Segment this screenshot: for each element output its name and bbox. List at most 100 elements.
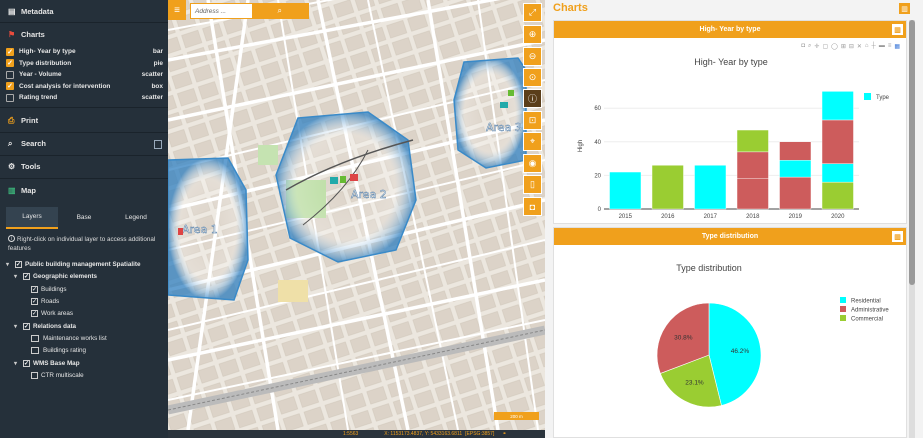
screenshot-button[interactable]: ◘ — [523, 197, 542, 216]
building-marker[interactable] — [340, 176, 346, 183]
bar-segment[interactable] — [736, 151, 769, 179]
tree-checkbox[interactable]: ✓ — [31, 285, 38, 293]
pie-slice-label: 46.2% — [731, 348, 750, 355]
tools-section[interactable]: ⚙ Tools — [0, 156, 168, 179]
bar-segment[interactable] — [821, 91, 854, 121]
tab-legend[interactable]: Legend — [110, 207, 162, 229]
chart-list-item[interactable]: Rating trend scatter — [0, 92, 168, 104]
chart-checkbox[interactable] — [6, 93, 14, 102]
caret-icon: ▾ — [14, 274, 18, 281]
calculator-icon[interactable] — [154, 139, 162, 149]
bar-segment[interactable] — [779, 141, 812, 161]
tree-checkbox[interactable]: ✓ — [31, 298, 38, 306]
chart-item-type: bar — [152, 48, 163, 56]
bar-segment[interactable] — [609, 171, 642, 210]
chart-list-item[interactable]: ✓ Type distribution pie — [0, 58, 168, 70]
tab-base[interactable]: Base — [58, 207, 110, 229]
bar-segment[interactable] — [821, 119, 854, 164]
tree-relations[interactable]: ▾ ✓ Relations data — [0, 320, 168, 332]
chart-checkbox[interactable]: ✓ — [6, 82, 14, 91]
tree-checkbox[interactable]: ✓ — [23, 359, 30, 367]
tree-checkbox[interactable]: ✓ — [23, 273, 30, 281]
building-marker[interactable] — [330, 177, 338, 184]
building-marker[interactable] — [178, 228, 183, 235]
hint-text: Right-click on individual layer to acces… — [8, 235, 156, 252]
charts-section[interactable]: ⚑ Charts — [0, 23, 168, 46]
tab-layers[interactable]: Layers — [6, 206, 58, 229]
zoom-out-button[interactable]: ⊖ — [523, 47, 542, 66]
tree-checkbox[interactable]: ✓ — [23, 322, 30, 330]
print-section[interactable]: ⎙ Print — [0, 110, 168, 133]
tree-roads[interactable]: ✓ Roads — [0, 295, 168, 307]
bar-segment[interactable] — [821, 163, 854, 183]
search-section[interactable]: ⌕ Search — [0, 133, 168, 156]
charts-scrollbar[interactable] — [909, 20, 915, 438]
tree-checkbox[interactable]: ✓ — [15, 261, 22, 269]
building-marker[interactable] — [508, 90, 514, 96]
bar-segment[interactable] — [736, 178, 769, 210]
bar-segment[interactable] — [779, 176, 812, 210]
tree-checkbox[interactable] — [31, 371, 38, 379]
tree-maintenance[interactable]: Maintenance works list — [0, 332, 168, 344]
map-section[interactable]: ▥ Map — [0, 179, 168, 202]
area-2[interactable] — [275, 111, 417, 263]
measure-button[interactable]: ▯ — [523, 175, 542, 194]
bar-chart-title: High- Year by type — [694, 57, 768, 67]
chart-checkbox[interactable] — [6, 70, 14, 79]
bar-segment[interactable] — [736, 129, 769, 153]
legend-label: Commercial — [851, 317, 883, 323]
chart-item-label: Type distribution — [19, 59, 72, 67]
chart-checkbox[interactable]: ✓ — [6, 47, 14, 56]
search-icon[interactable]: ⌕ — [251, 4, 308, 18]
tree-buildings[interactable]: ✓ Buildings — [0, 283, 168, 295]
bar-segment[interactable] — [694, 165, 727, 210]
layers-icon: ◉ — [528, 158, 537, 168]
layer-tool-button[interactable]: ◉ — [523, 154, 542, 173]
bar-segment[interactable] — [651, 165, 684, 210]
map-canvas[interactable]: Area 1 Area 2 Area 3 — [168, 0, 545, 430]
locate-button[interactable]: ⌖ — [523, 132, 542, 151]
chart-list-item[interactable]: Year - Volume scatter — [0, 69, 168, 81]
layer-hint: i Right-click on individual layer to acce… — [8, 234, 163, 253]
scrollbar-thumb[interactable] — [909, 20, 915, 285]
bookmark-button[interactable]: ⊡ — [523, 111, 542, 130]
tree-ctr[interactable]: CTR multiscale — [0, 369, 168, 381]
metadata-section[interactable]: ▤ Metadata — [0, 0, 168, 23]
bar-chart-header-title: High- Year by type — [699, 26, 761, 33]
building-marker[interactable] — [500, 102, 508, 108]
building-marker[interactable] — [350, 174, 358, 181]
tree-work-areas[interactable]: ✓ Work areas — [0, 308, 168, 320]
identify-button[interactable]: ⓘ — [523, 89, 542, 108]
address-search[interactable]: Address ... ⌕ — [190, 3, 309, 19]
tree-wms[interactable]: ▾ ✓ WMS Base Map — [0, 357, 168, 369]
fullscreen-button[interactable]: ⤢ — [523, 3, 542, 22]
tree-geo[interactable]: ▾ ✓ Geographic elements — [0, 271, 168, 283]
document-icon: ▤ — [8, 6, 16, 16]
book-icon[interactable]: ▥ — [891, 230, 904, 243]
zoom-in-button[interactable]: ⊕ — [523, 25, 542, 44]
chart-checkbox[interactable]: ✓ — [6, 59, 14, 68]
tree-checkbox[interactable]: ✓ — [31, 310, 38, 318]
area-3[interactable] — [453, 57, 527, 169]
tree-root[interactable]: ▾ ✓ Public building management Spatialit… — [0, 259, 168, 271]
zoom-extent-button[interactable]: ⊙ — [523, 68, 542, 87]
charts-title: Charts — [553, 2, 588, 14]
bar-chart[interactable]: High- Year by type 0 20 40 60 2015 2016 2017 201… — [554, 38, 908, 224]
tree-rating[interactable]: Buildings rating — [0, 345, 168, 357]
map-view[interactable]: Area 1 Area 2 Area 3 ≡ Address ... ⌕ ⤢ ⊕… — [168, 0, 545, 430]
bar-segment[interactable] — [821, 181, 854, 210]
link-icon[interactable]: ⚭ — [502, 431, 506, 437]
layer-tabs: Layers Base Legend — [6, 206, 162, 229]
legend-swatch — [840, 306, 846, 312]
chart-list-item[interactable]: ✓ High- Year by type bar — [0, 46, 168, 58]
toggle-sidebar-button[interactable]: ≡ — [168, 0, 186, 20]
address-search-input[interactable]: Address ... — [191, 4, 252, 18]
chart-list-item[interactable]: ✓ Cost analysis for intervention box — [0, 81, 168, 93]
map-icon: ▥ — [8, 185, 16, 195]
pie-chart[interactable]: Type distribution 46.2% 23.1% 30.8% Resident… — [554, 245, 908, 438]
bar-segment[interactable] — [779, 160, 812, 178]
book-icon[interactable]: ▥ — [891, 23, 904, 36]
pie-chart-header: Type distribution ▥ — [554, 228, 906, 245]
sidebar: ▤ Metadata ⚑ Charts ✓ High- Year by type b… — [0, 0, 168, 438]
book-icon[interactable]: ▥ — [899, 3, 910, 14]
